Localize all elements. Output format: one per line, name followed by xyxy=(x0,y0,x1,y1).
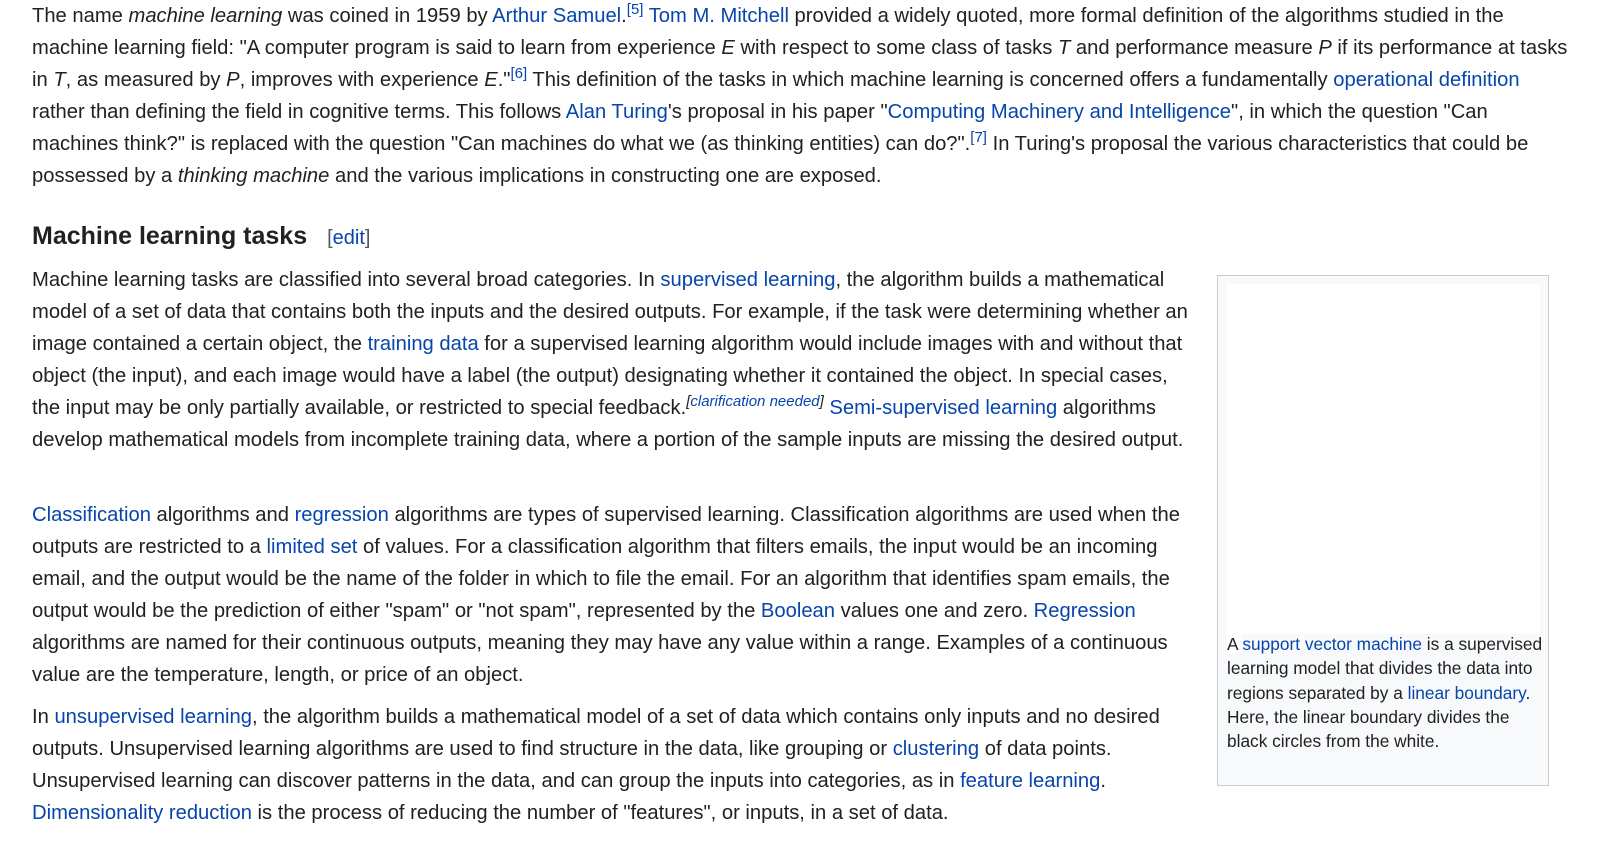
citation-7: [7] xyxy=(970,129,987,146)
bracket: ] xyxy=(364,227,371,249)
link-semi-supervised[interactable]: Semi-supervised learning xyxy=(829,397,1057,419)
term-thinking-machine: thinking machine xyxy=(177,165,330,187)
text: This definition of the tasks in which ma… xyxy=(527,69,1334,91)
link-dimensionality-reduction[interactable]: Dimensionality reduction xyxy=(32,802,252,824)
term-machine-learning: machine learning xyxy=(128,5,283,27)
paragraph-unsupervised: In unsupervised learning, the algorithm … xyxy=(32,701,1197,829)
article-page: The name machine learning was coined in … xyxy=(0,0,1615,859)
text: The name xyxy=(32,5,129,27)
text: values one and zero. xyxy=(835,600,1034,622)
link-training-data[interactable]: training data xyxy=(368,333,479,355)
section-title: Machine learning tasks xyxy=(32,222,308,250)
link-operational-definition[interactable]: operational definition xyxy=(1333,69,1519,91)
var-t: T xyxy=(53,69,66,91)
text: was coined in 1959 by xyxy=(282,5,493,27)
link-classification[interactable]: Classification xyxy=(32,504,151,526)
link-regression[interactable]: regression xyxy=(295,504,389,526)
paragraph-classification: Classification algorithms and regression… xyxy=(32,499,1197,691)
text: In xyxy=(32,706,55,728)
link-tom-mitchell[interactable]: Tom M. Mitchell xyxy=(649,5,789,27)
link-regression-analysis[interactable]: Regression xyxy=(1034,600,1136,622)
text: algorithms are named for their continuou… xyxy=(32,632,1168,686)
var-p: P xyxy=(226,69,240,91)
citation-6: [6] xyxy=(510,65,527,82)
clarification-needed-note: [clarification needed] xyxy=(686,393,824,410)
link-clustering[interactable]: clustering xyxy=(893,738,979,760)
paragraph-supervised: Machine learning tasks are classified in… xyxy=(32,264,1197,456)
text: and performance measure xyxy=(1070,37,1319,59)
citation-5-link[interactable]: [5] xyxy=(627,1,644,18)
link-unsupervised-learning[interactable]: unsupervised learning xyxy=(54,706,252,728)
link-computing-machinery[interactable]: Computing Machinery and Intelligence xyxy=(888,101,1231,123)
link-feature-learning[interactable]: feature learning xyxy=(960,770,1100,792)
thumbnail-caption: A support vector machine is a supervised… xyxy=(1227,632,1543,753)
text: . xyxy=(1100,770,1106,792)
text: 's proposal in his paper " xyxy=(667,101,888,123)
var-t: T xyxy=(1057,37,1071,59)
link-boolean[interactable]: Boolean xyxy=(761,600,835,622)
clarification-needed-link[interactable]: clarification needed xyxy=(690,393,819,410)
citation-7-link[interactable]: [7] xyxy=(970,129,987,146)
edit-section: [edit] xyxy=(327,227,370,249)
var-e: E xyxy=(721,37,735,59)
text: , as measured by xyxy=(65,69,227,91)
intro-paragraph: The name machine learning was coined in … xyxy=(32,0,1572,192)
edit-section-link[interactable]: edit xyxy=(333,227,365,249)
var-p: P xyxy=(1318,37,1332,59)
thumbnail-figure: A support vector machine is a supervised… xyxy=(1217,275,1549,786)
link-limited-set[interactable]: limited set xyxy=(267,536,358,558)
text: ." xyxy=(497,69,511,91)
var-e: E xyxy=(484,69,498,91)
link-linear-boundary[interactable]: linear boundary xyxy=(1408,683,1526,703)
text: A xyxy=(1227,634,1243,654)
section-heading: Machine learning tasks [edit] xyxy=(32,216,370,258)
svm-image[interactable] xyxy=(1226,284,1540,634)
link-alan-turing[interactable]: Alan Turing xyxy=(566,101,668,123)
link-support-vector-machine[interactable]: support vector machine xyxy=(1242,634,1422,654)
text: with respect to some class of tasks xyxy=(734,37,1058,59)
link-arthur-samuel[interactable]: Arthur Samuel xyxy=(492,5,621,27)
link-supervised-learning[interactable]: supervised learning xyxy=(660,269,835,291)
text: is the process of reducing the number of… xyxy=(251,802,949,824)
text: algorithms and xyxy=(150,504,295,526)
text: rather than defining the field in cognit… xyxy=(32,101,566,123)
text: Machine learning tasks are classified in… xyxy=(32,269,661,291)
text: and the various implications in construc… xyxy=(329,165,882,187)
citation-6-link[interactable]: [6] xyxy=(510,65,527,82)
citation-5: [5] xyxy=(627,1,644,18)
text: , improves with experience xyxy=(239,69,485,91)
